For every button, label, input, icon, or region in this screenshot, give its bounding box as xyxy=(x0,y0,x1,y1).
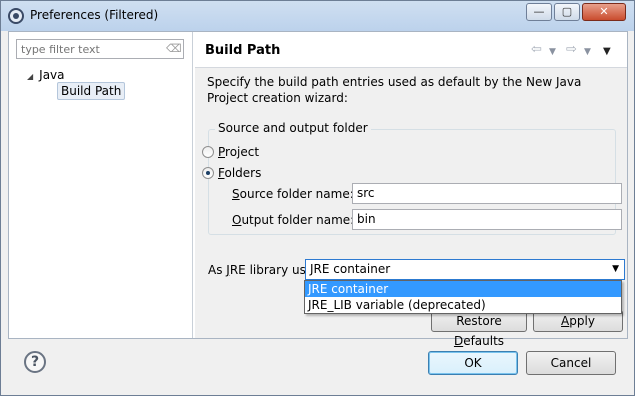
forward-arrow-icon[interactable]: ⇨ xyxy=(566,42,577,58)
combo-value: JRE container xyxy=(310,262,391,276)
dropdown-option-jre-lib[interactable]: JRE_LIB variable (deprecated) xyxy=(305,297,621,313)
maximize-button[interactable]: ▢ xyxy=(554,3,580,21)
page-header: Build Path ⇦ ▼ ⇨ ▼ ▼ xyxy=(195,32,627,68)
project-radio[interactable]: Project xyxy=(202,144,259,160)
back-arrow-icon[interactable]: ⇦ xyxy=(531,42,542,58)
tree-item-java[interactable]: ◢ Java xyxy=(27,67,65,83)
tree-item-java-label: Java xyxy=(39,68,65,82)
tree-expand-icon[interactable]: ◢ xyxy=(27,72,33,81)
source-folder-input[interactable]: src xyxy=(352,183,622,204)
radio-indicator[interactable] xyxy=(202,167,214,179)
clear-filter-icon[interactable]: ⌫ xyxy=(166,42,182,56)
preferences-dialog: Preferences (Filtered) — ▢ ✕ ⌫ ◢ Java Bui… xyxy=(0,0,635,396)
jre-library-combo[interactable]: JRE container ▼ xyxy=(305,259,625,280)
dropdown-option-jre-container[interactable]: JRE container xyxy=(305,281,621,297)
filter-input[interactable] xyxy=(21,42,161,57)
app-icon xyxy=(8,8,24,24)
preference-tree-pane: ⌫ ◢ Java Build Path xyxy=(9,32,193,338)
page-description: Specify the build path entries used as d… xyxy=(207,75,582,105)
help-icon[interactable]: ? xyxy=(24,351,46,373)
filter-box[interactable]: ⌫ xyxy=(16,39,184,59)
output-folder-input[interactable]: bin xyxy=(352,209,622,230)
cancel-button[interactable]: Cancel xyxy=(526,351,616,375)
group-label: Source and output folder xyxy=(215,121,371,135)
radio-indicator[interactable] xyxy=(202,146,214,158)
close-button[interactable]: ✕ xyxy=(582,3,626,21)
source-folder-label: Source folder name: xyxy=(232,187,354,201)
title-bar[interactable]: Preferences (Filtered) — ▢ ✕ xyxy=(1,1,634,31)
output-folder-label: Output folder name: xyxy=(232,213,355,227)
view-menu-icon[interactable]: ▼ xyxy=(603,44,611,60)
back-history-icon[interactable]: ▼ xyxy=(549,44,556,60)
ok-button[interactable]: OK xyxy=(428,351,518,375)
page-title: Build Path xyxy=(205,43,281,58)
tree-item-build-path[interactable]: Build Path xyxy=(57,82,126,100)
combo-arrow-icon[interactable]: ▼ xyxy=(612,262,619,277)
folders-radio[interactable]: Folders xyxy=(202,165,261,181)
jre-library-label: As JRE library use: xyxy=(208,263,318,277)
forward-history-icon[interactable]: ▼ xyxy=(584,44,591,60)
jre-library-dropdown-list: JRE container JRE_LIB variable (deprecat… xyxy=(304,280,622,314)
minimize-button[interactable]: — xyxy=(526,3,552,21)
window-title: Preferences (Filtered) xyxy=(30,8,159,22)
